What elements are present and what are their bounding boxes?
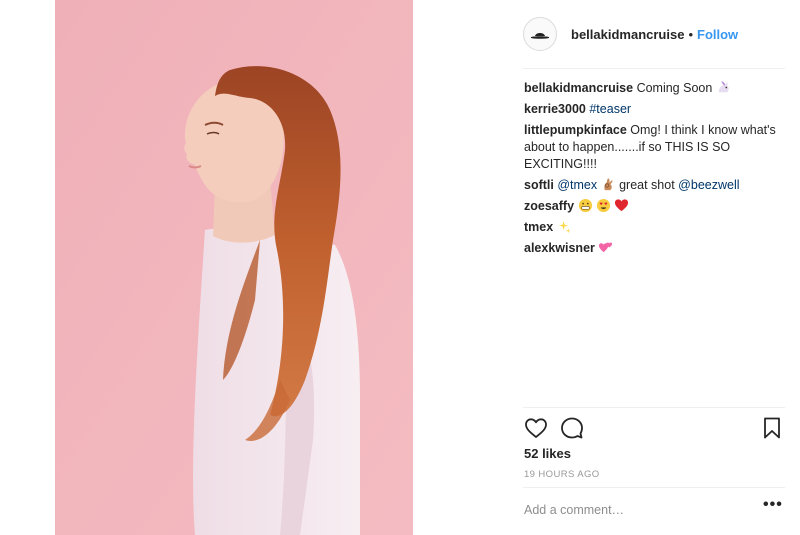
actions-divider (523, 407, 785, 408)
comment-button[interactable] (560, 416, 586, 442)
header-divider (523, 68, 785, 69)
bookmark-icon (764, 417, 780, 439)
comment-username[interactable]: tmex (524, 220, 553, 234)
comment-text: Coming Soon (636, 81, 713, 95)
comment-username[interactable]: softli (524, 178, 554, 192)
unicorn-emoji-icon (718, 80, 729, 93)
comment-username[interactable]: alexkwisner (524, 241, 595, 255)
comment-divider (523, 487, 785, 488)
ok-hand-emoji-icon (603, 178, 613, 191)
comment-text: great shot (619, 178, 675, 192)
list-item: alexkwisner (524, 240, 782, 257)
two-hearts-emoji-icon (599, 242, 613, 253)
hat-logo-icon (531, 33, 549, 39)
follow-button[interactable]: Follow (697, 27, 738, 42)
avatar[interactable] (523, 17, 557, 51)
action-bar (524, 416, 782, 442)
save-button[interactable] (760, 416, 786, 442)
add-comment-input[interactable] (524, 503, 744, 517)
sparkles-emoji-icon (558, 220, 571, 234)
list-item: softli @tmex great shot @beezwell (524, 177, 782, 194)
comment-username[interactable]: zoesaffy (524, 199, 574, 213)
list-item: zoesaffy (524, 198, 782, 215)
header-username[interactable]: bellakidmancruise (571, 27, 684, 42)
more-options-button[interactable]: ••• (763, 497, 783, 516)
comments-list: bellakidmancruise Coming Soon kerrie3000… (524, 80, 782, 261)
header-separator: • (688, 26, 694, 42)
list-item: tmex (524, 219, 782, 236)
comment-username[interactable]: bellakidmancruise (524, 81, 633, 95)
list-item: bellakidmancruise Coming Soon (524, 80, 782, 97)
mention-link[interactable]: @tmex (557, 178, 597, 192)
red-heart-emoji-icon (615, 199, 629, 212)
grimacing-emoji-icon (578, 198, 592, 213)
likes-count[interactable]: 52 likes (524, 446, 571, 461)
comment-username[interactable]: kerrie3000 (524, 102, 586, 116)
post-panel: bellakidmancruise • Follow bellakidmancr… (515, 0, 785, 535)
list-item: littlepumpkinface Omg! I think I know wh… (524, 122, 782, 173)
like-button[interactable] (524, 416, 550, 442)
post-header: bellakidmancruise • Follow (523, 16, 785, 52)
post-image[interactable] (55, 0, 413, 535)
hashtag-link[interactable]: #teaser (589, 102, 631, 116)
heart-outline-icon (525, 418, 547, 438)
comment-username[interactable]: littlepumpkinface (524, 123, 627, 137)
list-item: kerrie3000 #teaser (524, 101, 782, 118)
mention-link[interactable]: @beezwell (678, 178, 739, 192)
post-timestamp: 19 HOURS AGO (524, 469, 600, 480)
post-photo (55, 0, 413, 535)
speech-bubble-icon (561, 417, 583, 439)
heart-eyes-emoji-icon (596, 198, 611, 213)
